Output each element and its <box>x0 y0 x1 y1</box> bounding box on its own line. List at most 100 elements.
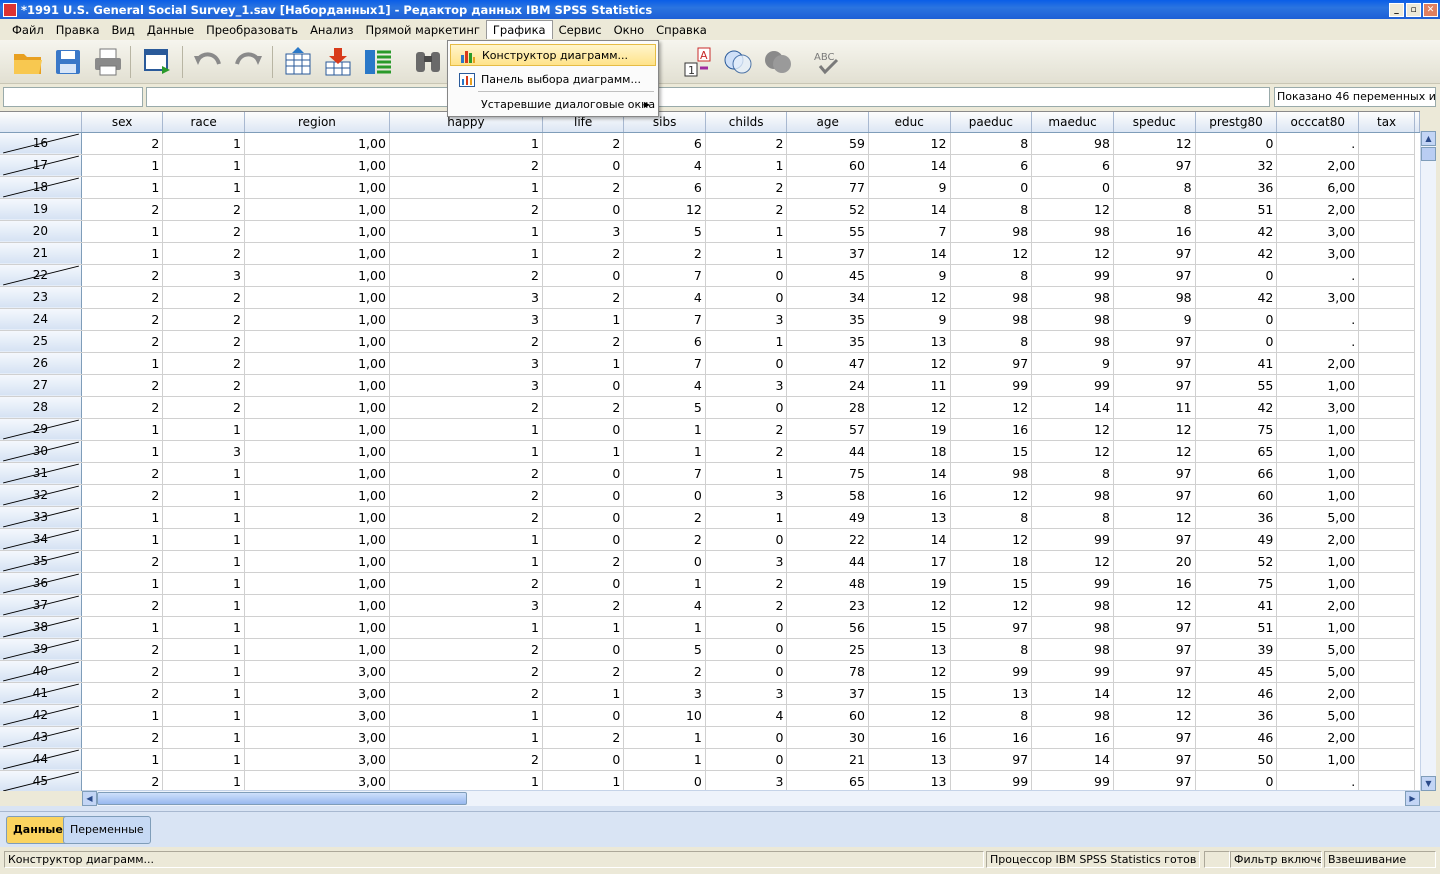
data-cell[interactable]: 3 <box>705 374 788 397</box>
data-cell[interactable]: 2 <box>623 506 706 529</box>
data-cell[interactable]: 13 <box>868 748 951 771</box>
data-cell[interactable]: 2 <box>389 264 543 287</box>
data-cell[interactable]: 48 <box>786 572 869 595</box>
data-cell[interactable] <box>1358 770 1415 791</box>
data-cell[interactable]: 14 <box>1031 748 1114 771</box>
data-cell[interactable]: 1,00 <box>244 528 390 551</box>
data-cell[interactable]: 0 <box>950 176 1033 199</box>
row-header[interactable]: 42 <box>0 704 82 727</box>
data-cell[interactable]: 1 <box>162 572 245 595</box>
data-cell[interactable]: 3 <box>162 440 245 463</box>
data-cell[interactable]: 7 <box>623 462 706 485</box>
data-cell[interactable]: 3 <box>389 308 543 331</box>
data-cell[interactable]: 98 <box>1031 704 1114 727</box>
data-cell[interactable]: 1 <box>389 220 543 243</box>
data-cell[interactable]: 14 <box>868 528 951 551</box>
data-cell[interactable]: 0 <box>1195 308 1278 331</box>
data-cell[interactable]: 3,00 <box>244 660 390 683</box>
data-cell[interactable]: 12 <box>623 198 706 221</box>
menu-file[interactable]: Файл <box>6 21 50 39</box>
data-cell[interactable]: 2 <box>81 726 164 749</box>
data-cell[interactable]: 99 <box>950 660 1033 683</box>
tab-variable-view[interactable]: Переменные <box>63 816 151 844</box>
data-cell[interactable]: 0 <box>542 748 625 771</box>
data-cell[interactable]: 35 <box>786 308 869 331</box>
data-cell[interactable]: 1,00 <box>244 462 390 485</box>
vertical-scroll-thumb[interactable] <box>1421 147 1436 161</box>
data-cell[interactable]: 1 <box>162 704 245 727</box>
data-cell[interactable]: 12 <box>868 660 951 683</box>
data-cell[interactable]: 2 <box>623 528 706 551</box>
data-cell[interactable]: 75 <box>1195 418 1278 441</box>
data-cell[interactable]: 14 <box>868 242 951 265</box>
data-cell[interactable]: 0 <box>1195 264 1278 287</box>
data-cell[interactable]: 6 <box>1031 154 1114 177</box>
data-cell[interactable]: 9 <box>868 176 951 199</box>
data-cell[interactable]: 15 <box>950 572 1033 595</box>
data-cell[interactable]: 1 <box>623 726 706 749</box>
data-cell[interactable]: 1,00 <box>244 220 390 243</box>
data-cell[interactable]: 1 <box>162 462 245 485</box>
data-cell[interactable]: 1 <box>162 418 245 441</box>
data-cell[interactable]: 1,00 <box>244 418 390 441</box>
data-cell[interactable]: 1 <box>162 506 245 529</box>
data-cell[interactable]: . <box>1276 770 1360 791</box>
data-cell[interactable]: 4 <box>623 154 706 177</box>
data-cell[interactable]: 3 <box>389 594 543 617</box>
data-cell[interactable]: 2 <box>389 330 543 353</box>
data-cell[interactable]: 0 <box>542 418 625 441</box>
data-cell[interactable]: 2 <box>81 594 164 617</box>
data-cell[interactable]: . <box>1276 330 1360 353</box>
data-cell[interactable]: 3 <box>705 484 788 507</box>
data-cell[interactable]: 5 <box>623 638 706 661</box>
data-cell[interactable]: 98 <box>1031 594 1114 617</box>
data-cell[interactable]: 1,00 <box>244 176 390 199</box>
data-cell[interactable]: 25 <box>786 638 869 661</box>
column-header-race[interactable]: race <box>162 112 245 133</box>
data-cell[interactable]: 1 <box>81 242 164 265</box>
data-cell[interactable]: 49 <box>786 506 869 529</box>
data-cell[interactable]: 97 <box>1113 462 1196 485</box>
data-cell[interactable]: 97 <box>1113 528 1196 551</box>
data-cell[interactable]: 77 <box>786 176 869 199</box>
data-cell[interactable]: 13 <box>868 330 951 353</box>
data-cell[interactable]: 3,00 <box>1276 242 1360 265</box>
row-header[interactable]: 22 <box>0 264 82 287</box>
row-header[interactable]: 20 <box>0 220 82 243</box>
data-cell[interactable]: 12 <box>950 396 1033 419</box>
column-header-age[interactable]: age <box>786 112 869 133</box>
data-cell[interactable]: 12 <box>1113 704 1196 727</box>
horizontal-scrollbar[interactable]: ◀ ▶ <box>82 790 1420 806</box>
data-cell[interactable]: 1,00 <box>244 374 390 397</box>
data-cell[interactable]: 2 <box>81 198 164 221</box>
data-cell[interactable] <box>1358 330 1415 353</box>
data-cell[interactable]: 12 <box>1113 682 1196 705</box>
data-cell[interactable]: 8 <box>950 198 1033 221</box>
data-cell[interactable]: 1 <box>81 572 164 595</box>
data-cell[interactable]: 97 <box>1113 726 1196 749</box>
data-cell[interactable]: 12 <box>1113 506 1196 529</box>
row-header[interactable]: 36 <box>0 572 82 595</box>
open-folder-icon[interactable] <box>12 46 44 78</box>
use-sets-icon[interactable] <box>722 46 754 78</box>
data-cell[interactable]: 9 <box>868 264 951 287</box>
data-cell[interactable]: 1,00 <box>244 154 390 177</box>
data-cell[interactable]: 98 <box>1031 132 1114 155</box>
data-cell[interactable]: 7 <box>868 220 951 243</box>
data-cell[interactable]: 2 <box>542 550 625 573</box>
value-labels-icon[interactable]: A1 <box>682 46 714 78</box>
data-cell[interactable]: 16 <box>1113 220 1196 243</box>
data-cell[interactable]: 97 <box>1113 616 1196 639</box>
data-cell[interactable]: 2 <box>81 132 164 155</box>
data-cell[interactable]: 3 <box>705 550 788 573</box>
data-cell[interactable]: 1,00 <box>244 572 390 595</box>
data-cell[interactable] <box>1358 462 1415 485</box>
data-cell[interactable]: 98 <box>1031 616 1114 639</box>
data-cell[interactable]: 98 <box>1113 286 1196 309</box>
goto-case-icon[interactable] <box>282 46 314 78</box>
data-cell[interactable]: 4 <box>623 286 706 309</box>
data-cell[interactable]: 58 <box>786 484 869 507</box>
data-cell[interactable]: 35 <box>786 330 869 353</box>
data-cell[interactable]: 1,00 <box>244 638 390 661</box>
data-cell[interactable]: 8 <box>950 704 1033 727</box>
